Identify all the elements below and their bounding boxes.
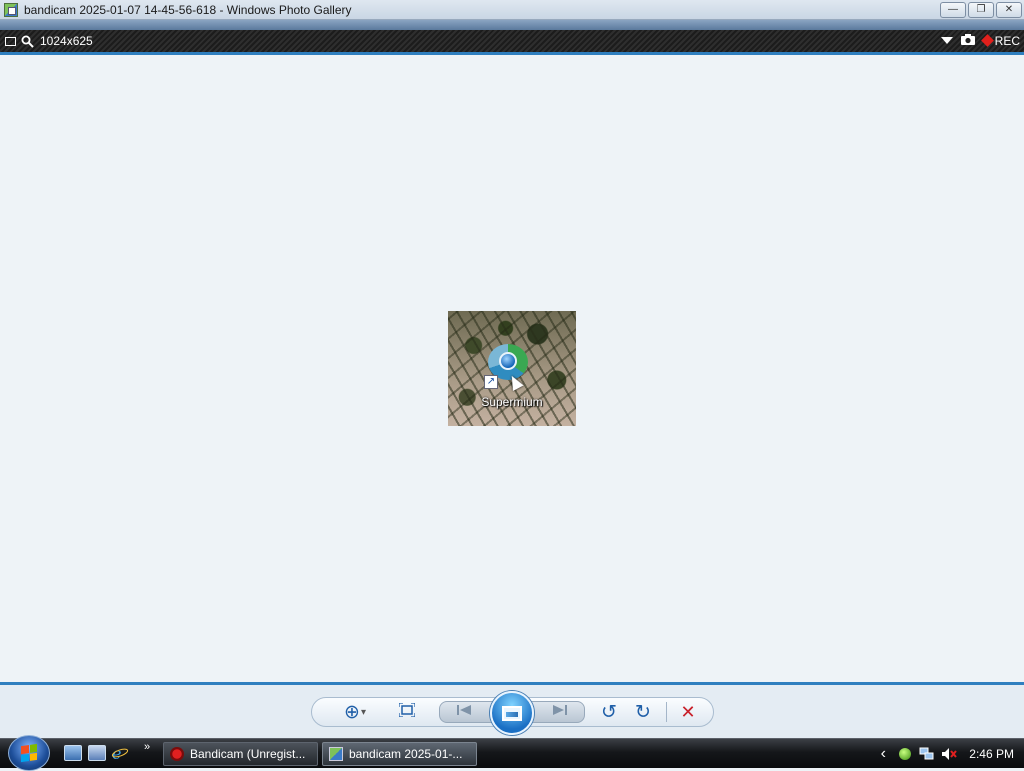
status-orb-icon[interactable] xyxy=(897,746,913,762)
title-bar: bandicam 2025-01-07 14-45-56-618 - Windo… xyxy=(0,0,1024,20)
photo-gallery-icon xyxy=(329,747,343,761)
switch-windows-icon[interactable] xyxy=(88,745,106,761)
dropdown-arrow-icon[interactable] xyxy=(940,34,953,48)
zoom-button[interactable]: ⊕ ▾ xyxy=(338,701,372,723)
network-icon[interactable] xyxy=(919,746,935,762)
start-button[interactable] xyxy=(8,735,50,771)
viewer-controls: ⊕ ▾ ↺ ↻ ✕ xyxy=(0,685,1024,738)
next-button[interactable] xyxy=(547,702,573,722)
capture-area-icon[interactable] xyxy=(3,34,17,48)
bandicam-overlay-bar: 1024x625 REC xyxy=(0,30,1024,52)
bandicam-icon xyxy=(170,747,184,761)
taskbar-button-label: bandicam 2025-01-... xyxy=(349,747,463,761)
minimize-button[interactable]: — xyxy=(940,2,966,18)
previous-button[interactable] xyxy=(451,702,477,722)
capture-resolution: 1024x625 xyxy=(40,34,93,48)
taskbar-button-label: Bandicam (Unregist... xyxy=(190,747,306,761)
clock[interactable]: 2:46 PM xyxy=(969,747,1014,761)
show-desktop-icon[interactable] xyxy=(64,745,82,761)
previous-icon xyxy=(456,703,472,721)
system-tray: ‹ 2:46 PM xyxy=(875,739,1024,769)
slideshow-button[interactable] xyxy=(490,691,534,735)
zoom-icon: ⊕ xyxy=(344,701,360,723)
rotate-right-icon: ↻ xyxy=(635,701,651,723)
photo[interactable]: ↗ Supermium xyxy=(448,311,576,426)
menu-strip xyxy=(0,20,1024,30)
controls-divider xyxy=(666,702,667,722)
photo-gallery-icon[interactable] xyxy=(4,2,18,17)
windows-logo-icon xyxy=(21,743,37,763)
fit-to-window-button[interactable] xyxy=(396,701,418,722)
rotate-left-icon: ↺ xyxy=(601,701,617,723)
restore-button[interactable]: ❐ xyxy=(968,2,994,18)
window-controls: — ❐ ✕ xyxy=(940,2,1022,18)
quick-launch-more[interactable]: » xyxy=(144,741,150,753)
slideshow-icon xyxy=(502,705,522,721)
record-button[interactable]: REC xyxy=(980,34,1020,48)
taskbar: e » Bandicam (Unregist... bandicam 2025-… xyxy=(0,735,1024,771)
camera-icon[interactable] xyxy=(960,34,975,48)
delete-button[interactable]: ✕ xyxy=(677,702,699,722)
show-hidden-icons-button[interactable]: ‹ xyxy=(875,745,891,762)
search-icon[interactable] xyxy=(20,34,34,48)
next-icon xyxy=(552,703,568,721)
internet-explorer-icon[interactable]: e xyxy=(111,744,129,763)
record-label: REC xyxy=(994,34,1020,48)
rotate-counterclockwise-button[interactable]: ↺ xyxy=(598,701,620,723)
fit-icon xyxy=(398,701,416,722)
icon-label: Supermium xyxy=(481,395,543,409)
bandicam-actions: REC xyxy=(940,30,1020,52)
record-dot-icon xyxy=(980,34,994,47)
photo-viewer: ↗ Supermium xyxy=(0,55,1024,682)
window-title: bandicam 2025-01-07 14-45-56-618 - Windo… xyxy=(24,2,352,17)
taskbar-button-bandicam[interactable]: Bandicam (Unregist... xyxy=(163,742,318,766)
rotate-clockwise-button[interactable]: ↻ xyxy=(632,701,654,723)
chevron-down-icon: ▾ xyxy=(360,706,366,718)
volume-muted-icon[interactable] xyxy=(941,746,958,762)
delete-icon: ✕ xyxy=(680,701,696,722)
shortcut-arrow-icon: ↗ xyxy=(484,375,498,389)
close-button[interactable]: ✕ xyxy=(996,2,1022,18)
taskbar-button-photo-gallery[interactable]: bandicam 2025-01-... xyxy=(322,742,477,766)
